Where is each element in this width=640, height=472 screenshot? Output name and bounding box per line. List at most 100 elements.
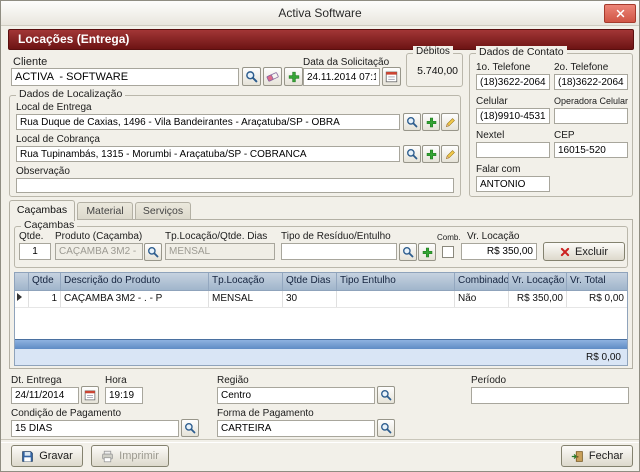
gravar-button[interactable]: Gravar [11,445,83,467]
nextel-input[interactable] [476,142,550,158]
operadora-input[interactable] [554,108,628,124]
celular-label: Celular [476,96,508,107]
grid-col-vrtotal[interactable]: Vr. Total [567,273,627,290]
regiao-input[interactable] [217,387,375,404]
entrega-edit-button[interactable] [441,113,459,131]
search-icon [184,422,196,434]
cliente-search-button[interactable] [242,67,261,86]
local-cobranca-input[interactable] [16,146,400,162]
cliente-label: Cliente [13,56,47,68]
tab-panel-cacambas: Caçambas Qtde. Produto (Caçamba) Tp.Loca… [9,219,633,369]
grid-footer-row: R$ 0,00 [15,349,627,365]
forma-pagamento-label: Forma de Pagamento [217,408,314,419]
cobranca-edit-button[interactable] [441,145,459,163]
entrega-search-button[interactable] [403,113,421,131]
app-window: Activa Software Locações (Entrega) Clien… [0,0,640,472]
grid-horizontal-scrollbar[interactable] [15,339,627,349]
vrloc-label: Vr. Locação [467,231,519,242]
falar-com-input[interactable] [476,176,550,192]
cep-label: CEP [554,130,575,141]
search-icon [406,116,418,128]
produto-label: Produto (Caçamba) [55,231,142,242]
condicao-search-button[interactable] [181,419,199,437]
dt-entrega-input[interactable] [11,387,79,404]
observacao-input[interactable] [16,178,454,193]
cobranca-add-button[interactable] [422,145,440,163]
cliente-add-button[interactable] [284,67,303,86]
cep-input[interactable] [554,142,628,158]
regiao-search-button[interactable] [377,386,395,404]
cacambas-entry-group: Caçambas Qtde. Produto (Caçamba) Tp.Loca… [14,226,628,268]
condicao-pagamento-label: Condição de Pagamento [11,408,121,419]
pencil-icon [445,149,456,160]
table-row[interactable]: 1 CAÇAMBA 3M2 - . - P MENSAL 30 Não R$ 3… [15,291,627,308]
search-icon [380,422,392,434]
dt-entrega-calendar-button[interactable] [81,386,99,404]
debitos-legend: Débitos [413,46,453,57]
cell-combinado: Não [455,291,509,307]
periodo-input[interactable] [471,387,629,404]
cliente-input[interactable] [11,68,239,86]
cacambas-grid: Qtde Descrição do Produto Tp.Locação Qtd… [14,272,628,366]
close-icon [616,9,625,18]
tploc-label: Tp.Locação/Qtde. Dias [165,231,267,242]
imprimir-button[interactable]: Imprimir [91,445,169,467]
eraser-icon [266,70,279,83]
cobranca-search-button[interactable] [403,145,421,163]
combinado-checkbox[interactable] [442,246,454,258]
tel1-input[interactable] [476,74,550,90]
tab-material[interactable]: Material [77,202,133,220]
forma-search-button[interactable] [377,419,395,437]
produto-search-button[interactable] [144,243,162,261]
excluir-button[interactable]: Excluir [543,242,625,261]
tab-servicos[interactable]: Serviços [135,202,191,220]
debitos-group: Débitos 5.740,00 [406,53,463,87]
grid-corner [15,273,29,290]
search-icon [147,246,159,258]
hora-label: Hora [105,375,127,386]
vrloc-input[interactable] [461,243,537,260]
regiao-label: Região [217,375,249,386]
qtde-input[interactable] [19,243,51,260]
forma-pagamento-input[interactable] [217,420,375,437]
residuo-search-button[interactable] [399,243,417,261]
tploc-input[interactable] [165,243,275,260]
grid-col-tipoentulho[interactable]: Tipo Entulho [337,273,455,290]
imprimir-label: Imprimir [119,450,159,462]
gravar-label: Gravar [39,450,73,462]
fechar-button[interactable]: Fechar [561,445,633,467]
hora-input[interactable] [105,387,143,404]
grid-col-qtdedias[interactable]: Qtde Dias [283,273,337,290]
solicitacao-calendar-button[interactable] [382,67,401,86]
cell-tipoentulho [337,291,455,307]
localizacao-group: Dados de Localização Local de Entrega Lo… [9,95,461,197]
grid-col-tplocacao[interactable]: Tp.Locação [209,273,283,290]
grid-col-qtde[interactable]: Qtde [29,273,61,290]
condicao-pagamento-input[interactable] [11,420,179,437]
contato-legend: Dados de Contato [476,46,567,58]
celular-input[interactable] [476,108,550,124]
close-button[interactable] [604,4,636,23]
local-entrega-input[interactable] [16,114,400,130]
operadora-label: Operadora Celular [554,96,628,106]
cliente-clear-button[interactable] [263,67,282,86]
produto-input[interactable] [55,243,143,260]
localizacao-legend: Dados de Localização [16,88,125,100]
exit-door-icon [571,450,584,463]
printer-icon [101,450,114,463]
solicitacao-input[interactable] [303,68,380,86]
grid-col-vrlocacao[interactable]: Vr. Locação [509,273,567,290]
residuo-input[interactable] [281,243,397,260]
grid-col-combinado[interactable]: Combinado [455,273,509,290]
search-icon [245,70,258,83]
tab-cacambas[interactable]: Caçambas [9,200,75,221]
tel2-input[interactable] [554,74,628,90]
row-indicator-cell [15,291,29,307]
grid-col-descricao[interactable]: Descrição do Produto [61,273,209,290]
fechar-label: Fechar [589,450,623,462]
residuo-add-button[interactable] [418,243,436,261]
comb-label: Comb. [437,233,461,242]
entrega-add-button[interactable] [422,113,440,131]
cell-vrtotal: R$ 0,00 [567,291,627,307]
title-bar[interactable]: Activa Software [1,1,639,26]
